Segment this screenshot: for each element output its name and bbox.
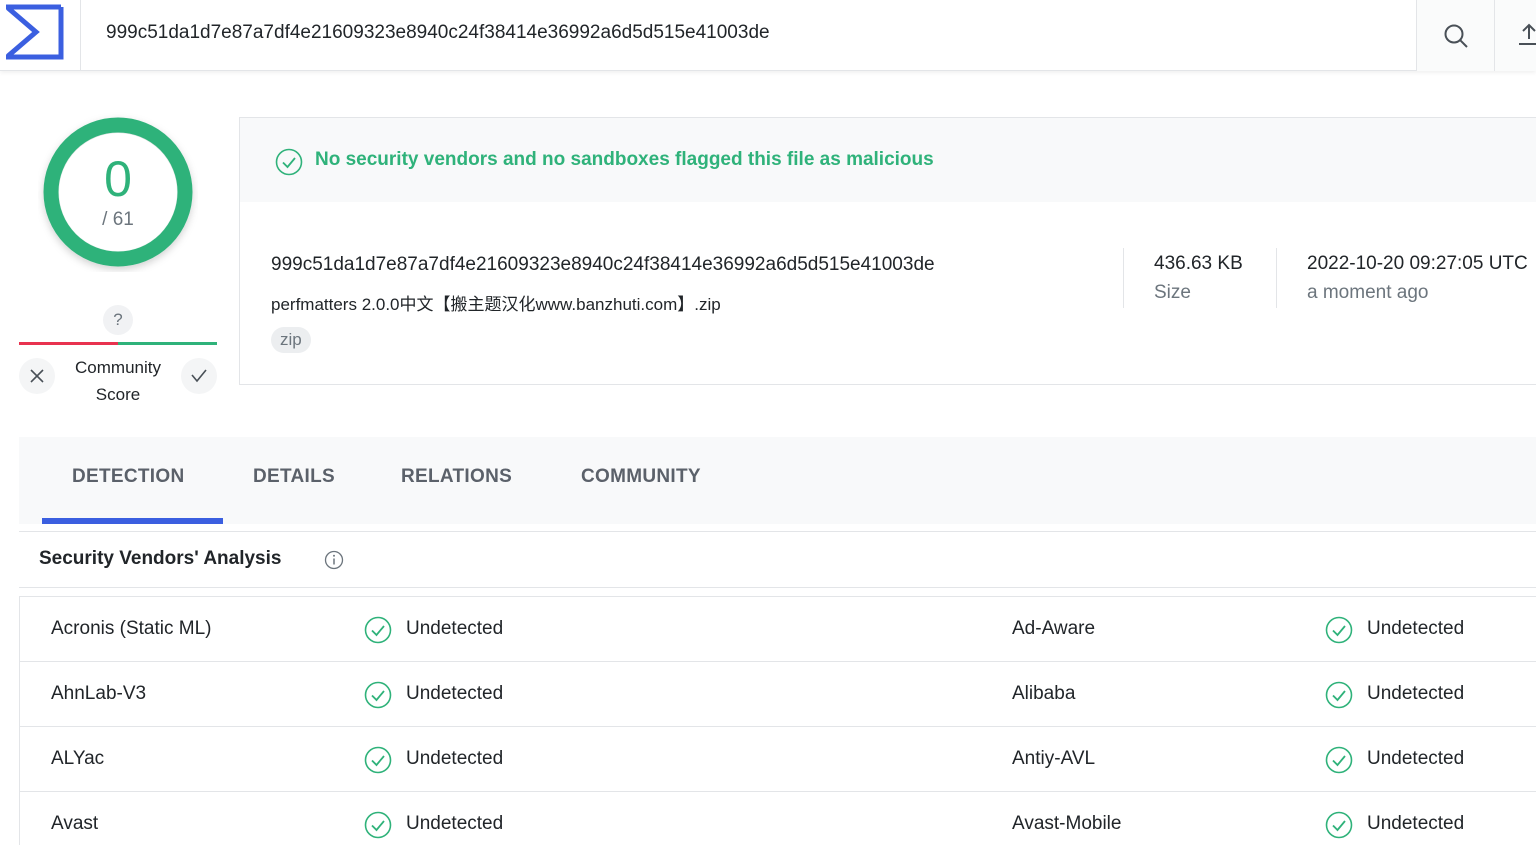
detection-score-total: / 61 xyxy=(102,209,134,230)
vendor-name: Antiy-AVL xyxy=(1012,748,1096,769)
table-row: Avast Undetected Avast-Mobile Undetected xyxy=(20,792,1536,845)
vendor-name: Avast xyxy=(51,813,99,834)
vendor-name: ALYac xyxy=(51,748,105,769)
check-circle-icon xyxy=(1325,746,1353,774)
logo-divider xyxy=(80,0,81,71)
vendors-table: Acronis (Static ML) Undetected Ad-Aware … xyxy=(19,596,1536,845)
search-input[interactable] xyxy=(106,18,1396,48)
vendor-name: Acronis (Static ML) xyxy=(51,618,212,639)
upload-icon xyxy=(1519,23,1536,45)
vendor-result: Undetected xyxy=(406,618,504,639)
vendor-name: Ad-Aware xyxy=(1012,618,1096,639)
table-row: ALYac Undetected Antiy-AVL Undetected xyxy=(20,727,1536,792)
check-circle-icon xyxy=(364,681,392,709)
summary-divider xyxy=(1123,248,1124,308)
tabs-divider xyxy=(19,531,1536,532)
verdict-text: No security vendors and no sandboxes fla… xyxy=(315,149,934,170)
detection-score-value: 0 xyxy=(104,151,132,207)
top-bar xyxy=(0,0,1536,71)
section-title: Security Vendors' Analysis xyxy=(39,548,282,569)
table-row: AhnLab-V3 Undetected Alibaba Undetected xyxy=(20,662,1536,727)
check-circle-icon xyxy=(275,148,303,176)
summary-divider xyxy=(1276,248,1277,308)
vote-harmless-button[interactable] xyxy=(181,358,217,394)
check-circle-icon xyxy=(1325,616,1353,644)
vendor-name: Avast-Mobile xyxy=(1012,813,1122,834)
community-score-positive-bar xyxy=(118,342,217,345)
vendor-result: Undetected xyxy=(1367,618,1465,639)
search-icon xyxy=(1444,24,1468,48)
check-circle-icon xyxy=(364,746,392,774)
search-button[interactable] xyxy=(1416,0,1494,71)
file-hash[interactable]: 999c51da1d7e87a7df4e21609323e8940c24f384… xyxy=(271,254,935,276)
community-score-label-line1: Community xyxy=(75,358,161,377)
community-score-label-line2: Score xyxy=(95,385,141,404)
vendor-result: Undetected xyxy=(1367,748,1465,769)
file-size-label: Size xyxy=(1154,282,1191,303)
upload-button[interactable] xyxy=(1494,0,1536,71)
close-icon xyxy=(30,369,44,383)
table-row: Acronis (Static ML) Undetected Ad-Aware … xyxy=(20,597,1536,662)
info-icon[interactable] xyxy=(324,550,344,570)
file-type-tag[interactable]: zip xyxy=(271,327,311,353)
analysis-date-label: a moment ago xyxy=(1307,282,1429,303)
vendor-result: Undetected xyxy=(1367,683,1465,704)
verdict-banner: No security vendors and no sandboxes fla… xyxy=(240,118,1536,202)
community-score-label: Community Score xyxy=(58,354,178,408)
community-score-badge: ? xyxy=(103,305,133,335)
vendor-name: Alibaba xyxy=(1012,683,1076,704)
check-circle-icon xyxy=(364,811,392,839)
vendor-result: Undetected xyxy=(1367,813,1465,834)
result-tabs: DETECTION DETAILS RELATIONS COMMUNITY xyxy=(19,437,1536,524)
vendor-result: Undetected xyxy=(406,748,504,769)
vendor-result: Undetected xyxy=(406,683,504,704)
check-icon xyxy=(191,369,207,383)
section-divider xyxy=(19,587,1536,588)
file-size-value: 436.63 KB xyxy=(1154,253,1243,274)
file-name: perfmatters 2.0.0中文【搬主题汉化www.banzhuti.co… xyxy=(271,295,721,314)
tab-details[interactable]: DETAILS xyxy=(253,466,335,488)
check-circle-icon xyxy=(1325,811,1353,839)
check-circle-icon xyxy=(364,616,392,644)
file-summary-card: No security vendors and no sandboxes fla… xyxy=(239,117,1536,385)
tab-detection[interactable]: DETECTION xyxy=(72,466,184,488)
vote-harmful-button[interactable] xyxy=(19,358,55,394)
vendor-name: AhnLab-V3 xyxy=(51,683,147,704)
active-tab-indicator xyxy=(42,518,223,524)
analysis-date-value: 2022-10-20 09:27:05 UTC xyxy=(1307,253,1528,274)
tab-community[interactable]: COMMUNITY xyxy=(581,466,701,488)
check-circle-icon xyxy=(1325,681,1353,709)
sigma-logo-icon[interactable] xyxy=(4,4,64,60)
vendor-result: Undetected xyxy=(406,813,504,834)
tab-relations[interactable]: RELATIONS xyxy=(401,466,512,488)
community-score-negative-bar xyxy=(19,342,118,345)
